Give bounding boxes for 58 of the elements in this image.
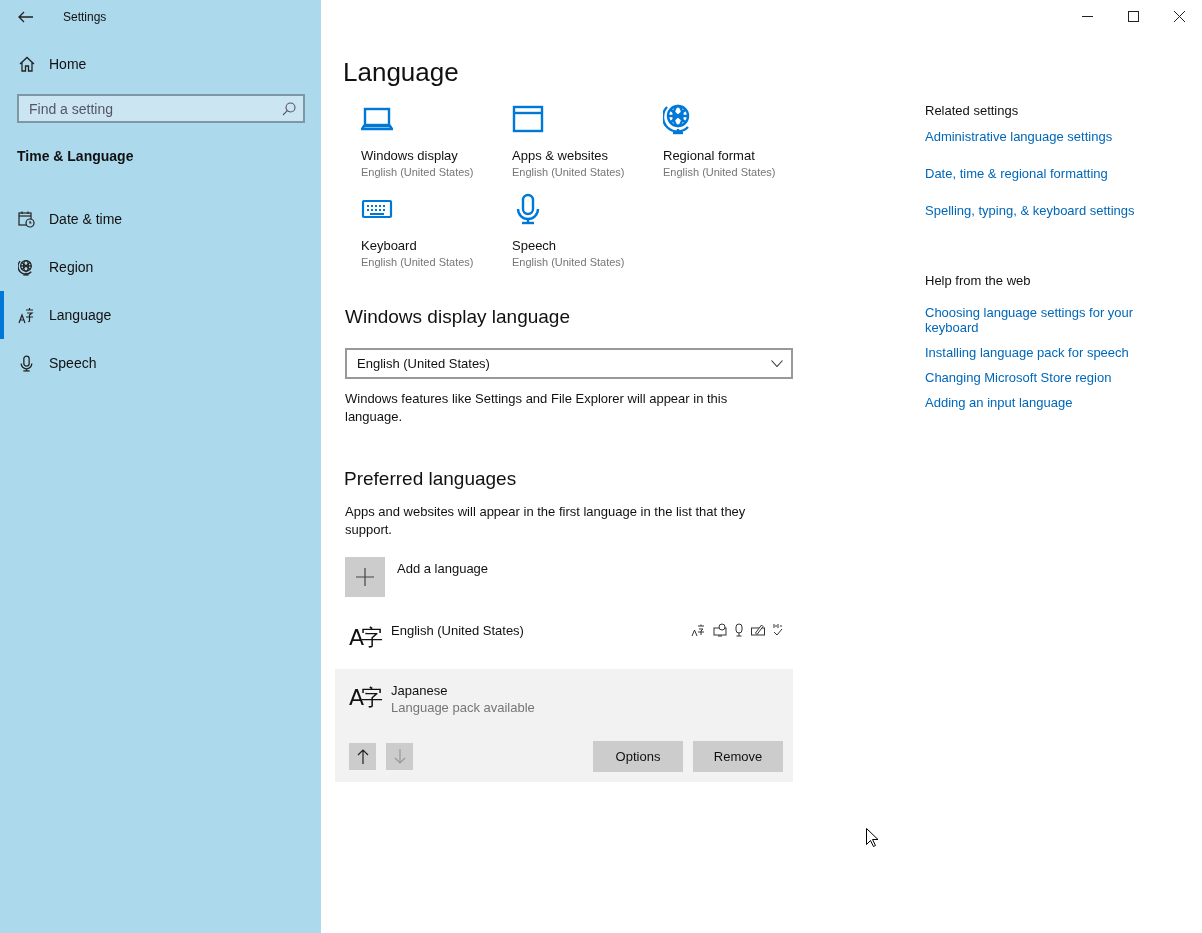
- display-language-dropdown[interactable]: English (United States): [345, 348, 793, 379]
- window-icon: [512, 103, 544, 135]
- sidebar-nav-item[interactable]: Region: [0, 243, 321, 291]
- section-heading: Preferred languages: [344, 467, 518, 491]
- link[interactable]: Administrative language settings: [925, 129, 1113, 144]
- spell-check-icon: [773, 623, 783, 637]
- link[interactable]: Choosing language settings for your keyboard: [925, 305, 1161, 335]
- section-heading: Windows display language: [345, 305, 571, 329]
- back-arrow-icon: [17, 10, 33, 23]
- link[interactable]: Installing language pack for speech: [925, 345, 1129, 360]
- language-name: English (United States): [391, 622, 525, 638]
- home-nav-item[interactable]: Home: [19, 56, 87, 72]
- language-name: Japanese: [391, 682, 449, 698]
- description-text: Windows features like Settings and File Explorer will appear in this language.: [345, 390, 729, 426]
- speech-recognition-icon: [735, 623, 743, 637]
- globe-icon: [18, 258, 35, 276]
- language-list-item[interactable]: A字 English (United States): [335, 609, 793, 669]
- description-text: Apps and websites will appear in the first language in the list that they support.: [345, 503, 747, 539]
- language-icon: A字: [349, 619, 379, 649]
- arrow-up-icon: [356, 749, 369, 764]
- language-status: Language pack available: [391, 700, 536, 715]
- plus-icon: [356, 568, 374, 586]
- language-setting-tile[interactable]: Regional format English (United States): [663, 102, 814, 178]
- home-icon: [19, 56, 35, 72]
- section-heading: Help from the web: [925, 273, 1032, 288]
- section-heading: Time & Language: [17, 148, 135, 164]
- text-to-speech-icon: [713, 623, 727, 637]
- window-title: Settings: [63, 9, 107, 24]
- search-field[interactable]: Find a setting: [17, 94, 305, 123]
- move-up-button[interactable]: [349, 743, 376, 770]
- display-language-icon: [691, 623, 705, 637]
- language-icon: A字: [349, 679, 379, 709]
- language-setting-tile[interactable]: Apps & websites English (United States): [512, 102, 663, 178]
- maximize-icon: [1127, 10, 1139, 22]
- arrow-down-icon: [393, 749, 406, 764]
- language-action-button[interactable]: Options: [593, 741, 683, 772]
- link[interactable]: Adding an input language: [925, 395, 1073, 410]
- close-icon: [1173, 10, 1185, 22]
- sidebar-nav-item[interactable]: Speech: [0, 339, 321, 387]
- add-language-button[interactable]: Add a language: [345, 557, 489, 597]
- search-icon: [282, 102, 296, 116]
- chevron-down-icon: [771, 360, 783, 367]
- language-setting-tile[interactable]: Windows display English (United States): [361, 102, 512, 178]
- language-icon: [18, 306, 35, 324]
- sidebar-nav-item[interactable]: Date & time: [0, 195, 321, 243]
- page-title: Language: [343, 56, 460, 89]
- link[interactable]: Spelling, typing, & keyboard settings: [925, 203, 1135, 218]
- link[interactable]: Date, time & regional formatting: [925, 166, 1108, 181]
- microphone-icon: [18, 354, 35, 372]
- mouse-cursor-icon: [866, 828, 878, 847]
- minimize-icon: [1081, 15, 1093, 17]
- language-setting-tile[interactable]: Keyboard English (United States): [361, 192, 512, 268]
- language-setting-tile[interactable]: Speech English (United States): [512, 192, 663, 268]
- section-heading: Related settings: [925, 103, 1020, 118]
- handwriting-icon: [751, 623, 765, 637]
- calendar-icon: [18, 210, 35, 228]
- language-action-button[interactable]: Remove: [693, 741, 783, 772]
- link[interactable]: Changing Microsoft Store region: [925, 370, 1112, 385]
